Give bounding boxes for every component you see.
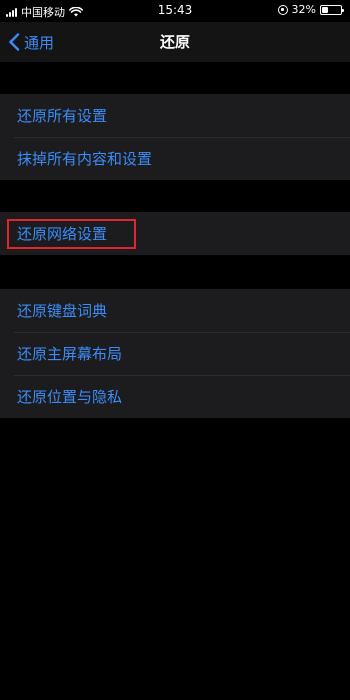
list-item-label: 还原键盘词典 bbox=[17, 302, 108, 320]
screen: 中国移动 15:43 32% 通用 还原 还原所有设置 抹掉所有内容和设置 还原… bbox=[0, 0, 350, 700]
list-item-label: 还原位置与隐私 bbox=[17, 388, 123, 406]
list-item-label: 抹掉所有内容和设置 bbox=[17, 150, 153, 168]
battery-fill bbox=[322, 6, 328, 13]
orientation-lock-icon bbox=[277, 4, 288, 15]
reset-network-settings-item[interactable]: 还原网络设置 bbox=[0, 212, 350, 255]
battery-percent: 32% bbox=[291, 3, 316, 16]
reset-home-screen-layout-item[interactable]: 还原主屏幕布局 bbox=[0, 332, 350, 375]
highlight-box bbox=[7, 219, 136, 249]
status-right: 32% bbox=[277, 3, 344, 16]
reset-all-settings-item[interactable]: 还原所有设置 bbox=[0, 94, 350, 137]
status-bar: 中国移动 15:43 32% bbox=[0, 0, 350, 22]
reset-keyboard-dictionary-item[interactable]: 还原键盘词典 bbox=[0, 289, 350, 332]
reset-location-privacy-item[interactable]: 还原位置与隐私 bbox=[0, 375, 350, 418]
battery-icon bbox=[320, 4, 344, 15]
list-item-label: 还原主屏幕布局 bbox=[17, 345, 123, 363]
reset-group-1: 还原所有设置 抹掉所有内容和设置 bbox=[0, 94, 350, 180]
list-item-label: 还原所有设置 bbox=[17, 107, 108, 125]
navigation-bar: 通用 还原 bbox=[0, 22, 350, 62]
erase-all-content-item[interactable]: 抹掉所有内容和设置 bbox=[0, 137, 350, 180]
reset-group-3: 还原键盘词典 还原主屏幕布局 还原位置与隐私 bbox=[0, 289, 350, 418]
reset-group-2: 还原网络设置 bbox=[0, 212, 350, 255]
page-title: 还原 bbox=[159, 33, 190, 51]
